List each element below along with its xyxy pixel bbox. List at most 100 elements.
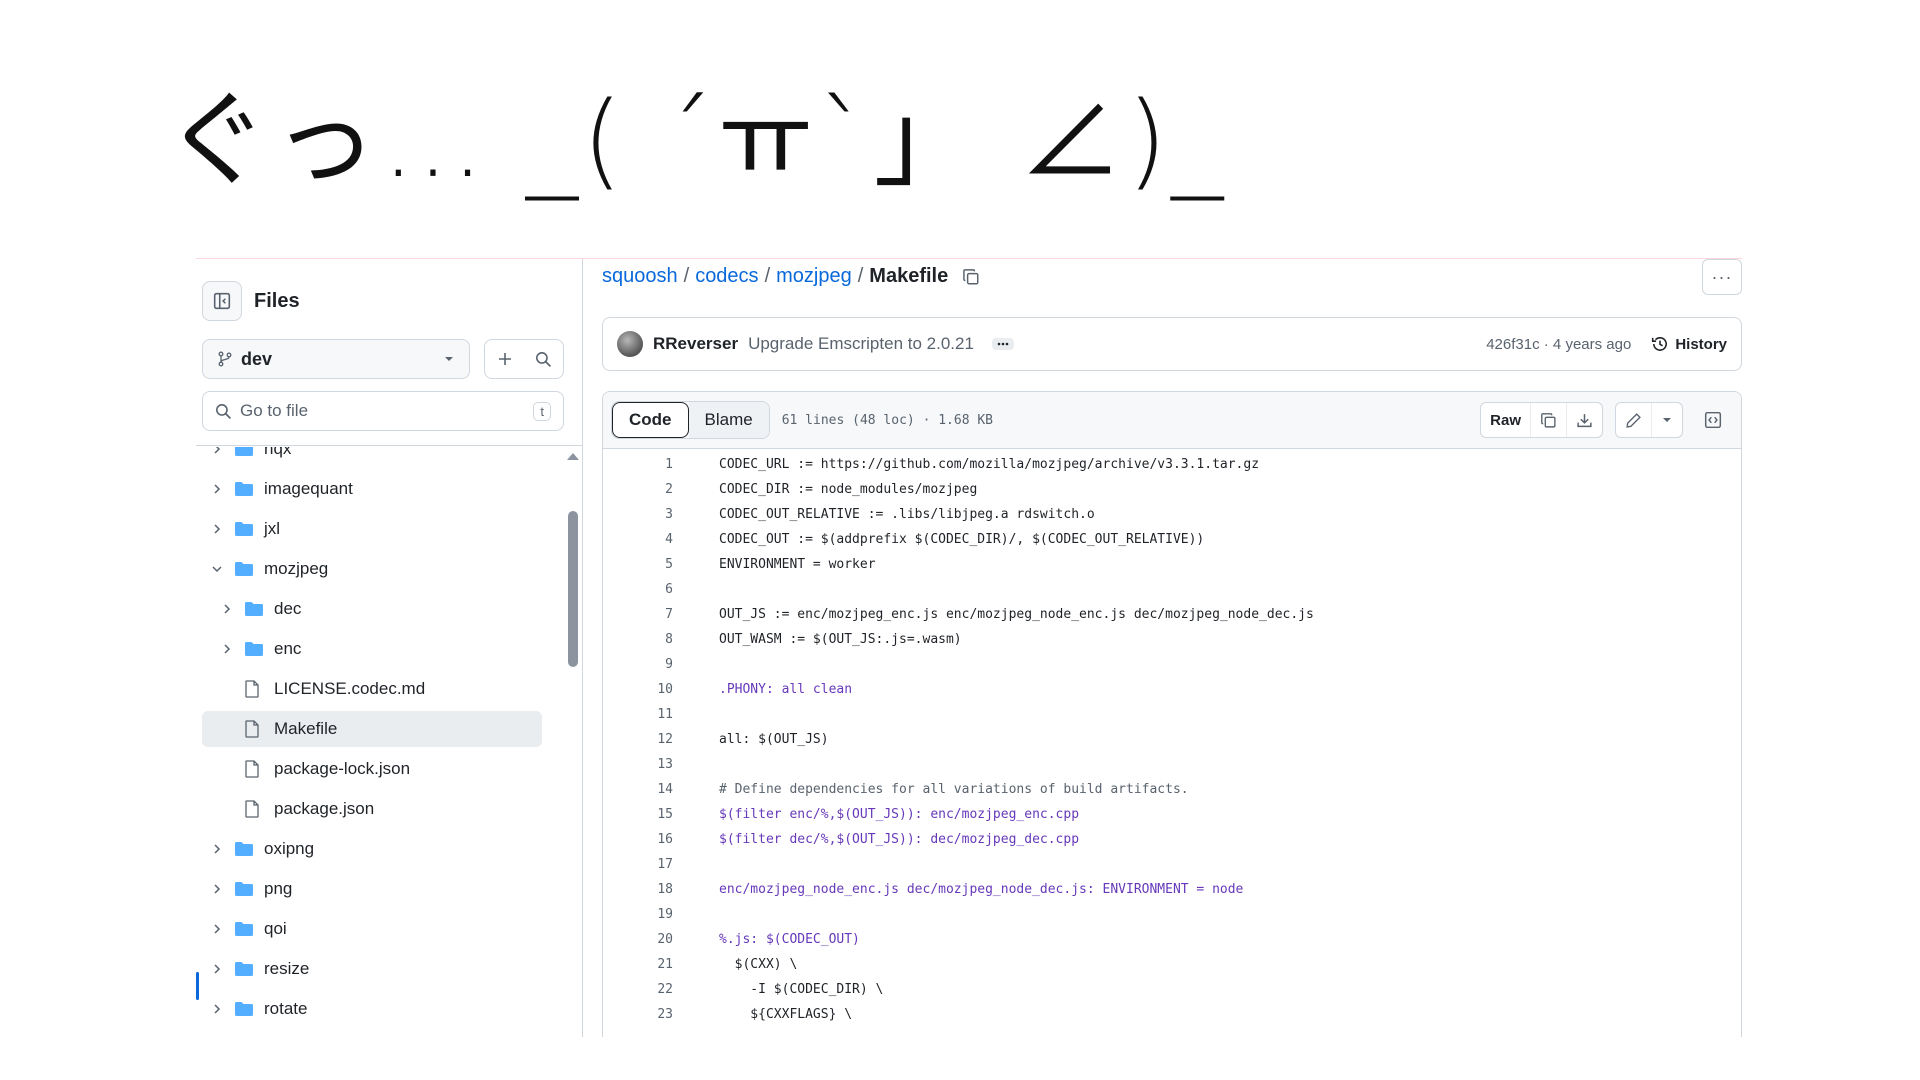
history-button[interactable]: History [1651, 335, 1727, 353]
line-text: enc/mozjpeg_node_enc.js dec/mozjpeg_node… [719, 882, 1244, 897]
symbols-panel-button[interactable] [1695, 403, 1731, 437]
edit-dropdown-button[interactable] [1651, 403, 1682, 437]
pencil-icon [1626, 412, 1641, 428]
tab-code[interactable]: Code [612, 402, 689, 438]
line-number[interactable]: 6 [603, 582, 719, 597]
code-line: 4 CODEC_OUT := $(addprefix $(CODEC_DIR)/,… [603, 527, 1741, 552]
line-number[interactable]: 3 [603, 507, 719, 522]
line-text: OUT_JS := enc/mozjpeg_enc.js enc/mozjpeg… [719, 607, 1314, 622]
line-number[interactable]: 14 [603, 782, 719, 797]
history-label: History [1675, 335, 1727, 353]
collapse-toggle[interactable] [208, 447, 226, 455]
line-number[interactable]: 20 [603, 932, 719, 947]
tree-item-imagequant[interactable]: imagequant [196, 471, 542, 507]
branch-selector[interactable]: dev [202, 339, 470, 379]
add-file-button[interactable] [485, 340, 524, 378]
copy-path-button[interactable] [962, 268, 980, 286]
tree-scroll-thumb[interactable] [568, 511, 578, 667]
collapse-sidebar-button[interactable] [202, 281, 242, 321]
triangle-down-icon [445, 357, 453, 361]
line-number[interactable]: 7 [603, 607, 719, 622]
line-number[interactable]: 13 [603, 757, 719, 772]
scroll-up-arrow[interactable] [567, 453, 579, 460]
go-to-file-input[interactable]: Go to file t [202, 391, 564, 431]
tree-item-mozjpeg[interactable]: mozjpeg [196, 551, 542, 587]
line-number[interactable]: 8 [603, 632, 719, 647]
code-line: 17 [603, 852, 1741, 877]
line-number[interactable]: 21 [603, 957, 719, 972]
download-button[interactable] [1566, 403, 1602, 437]
tree-item-dec[interactable]: dec [196, 591, 542, 627]
expand-commit-button[interactable] [991, 338, 1014, 350]
tree-item-qoi[interactable]: qoi [196, 911, 542, 947]
breadcrumb-repo[interactable]: squoosh [602, 265, 678, 288]
code-line: 2 CODEC_DIR := node_modules/mozjpeg [603, 477, 1741, 502]
commit-sha-time[interactable]: 426f31c · 4 years ago [1486, 336, 1631, 353]
chevron-down-icon [212, 566, 222, 573]
commit-message[interactable]: Upgrade Emscripten to 2.0.21 [748, 334, 974, 354]
code-line: 19 [603, 902, 1741, 927]
breadcrumb: squoosh / codecs / mozjpeg / Makefile [602, 265, 980, 288]
commit-author[interactable]: RReverser [653, 334, 738, 354]
tree-item-rotate[interactable]: rotate [196, 991, 542, 1027]
tree-item-package-lock-json[interactable]: package-lock.json [196, 751, 542, 787]
line-text: .PHONY: all clean [719, 682, 853, 697]
tree-item-label: package-lock.json [274, 759, 411, 778]
collapse-toggle[interactable] [208, 843, 226, 855]
copy-raw-button[interactable] [1530, 403, 1566, 437]
collapse-toggle[interactable] [208, 1003, 226, 1015]
breadcrumb-codecs[interactable]: codecs [695, 265, 758, 288]
collapse-toggle[interactable] [208, 523, 226, 535]
collapse-toggle[interactable] [218, 643, 236, 655]
collapse-toggle[interactable] [208, 483, 226, 495]
file-icon-wrap [244, 800, 266, 818]
collapse-toggle[interactable] [208, 963, 226, 975]
line-number[interactable]: 17 [603, 857, 719, 872]
line-text: $(filter enc/%,$(OUT_JS)): enc/mozjpeg_e… [719, 807, 1080, 822]
more-options-button[interactable]: ··· [1702, 259, 1742, 295]
line-number[interactable]: 2 [603, 482, 719, 497]
line-number[interactable]: 18 [603, 882, 719, 897]
edit-actions-group [1615, 402, 1683, 438]
tree-item-png[interactable]: png [196, 871, 542, 907]
kebab-horizontal-icon: ··· [1711, 266, 1733, 287]
line-number[interactable]: 10 [603, 682, 719, 697]
collapse-toggle[interactable] [208, 883, 226, 895]
tree-item-oxipng[interactable]: oxipng [196, 831, 542, 867]
tab-blame[interactable]: Blame [688, 402, 769, 438]
tree-item-enc[interactable]: enc [196, 631, 542, 667]
breadcrumb-mozjpeg[interactable]: mozjpeg [776, 265, 852, 288]
raw-button[interactable]: Raw [1481, 403, 1530, 437]
expand-toggle[interactable] [208, 564, 226, 574]
line-number[interactable]: 11 [603, 707, 719, 722]
tree-item-jxl[interactable]: jxl [196, 511, 542, 547]
sidebar-tool-group [484, 339, 564, 379]
file-actions: Raw [1468, 402, 1731, 438]
line-number[interactable]: 19 [603, 907, 719, 922]
tree-item-label: qoi [264, 919, 287, 938]
folder-icon-wrap [234, 521, 256, 537]
line-number[interactable]: 23 [603, 1007, 719, 1022]
collapse-toggle[interactable] [218, 603, 236, 615]
tree-item-resize[interactable]: resize [196, 951, 542, 987]
collapse-toggle[interactable] [208, 923, 226, 935]
line-number[interactable]: 15 [603, 807, 719, 822]
line-number[interactable]: 1 [603, 457, 719, 472]
avatar[interactable] [617, 331, 643, 357]
search-code-button[interactable] [524, 340, 563, 378]
code-line: 5 ENVIRONMENT = worker [603, 552, 1741, 577]
folder-icon-wrap [234, 1001, 256, 1017]
edit-file-button[interactable] [1616, 403, 1651, 437]
line-number[interactable]: 5 [603, 557, 719, 572]
line-number[interactable]: 16 [603, 832, 719, 847]
line-number[interactable]: 12 [603, 732, 719, 747]
line-text: $(CXX) \ [719, 957, 798, 972]
code-view: 1 CODEC_URL := https://github.com/mozilla… [603, 452, 1741, 1027]
line-number[interactable]: 9 [603, 657, 719, 672]
tree-item-hqx[interactable]: hqx [196, 447, 542, 467]
line-number[interactable]: 22 [603, 982, 719, 997]
tree-item-package-json[interactable]: package.json [196, 791, 542, 827]
tree-item-license-codec-md[interactable]: LICENSE.codec.md [196, 671, 542, 707]
tree-item-makefile[interactable]: Makefile [202, 711, 542, 747]
line-number[interactable]: 4 [603, 532, 719, 547]
